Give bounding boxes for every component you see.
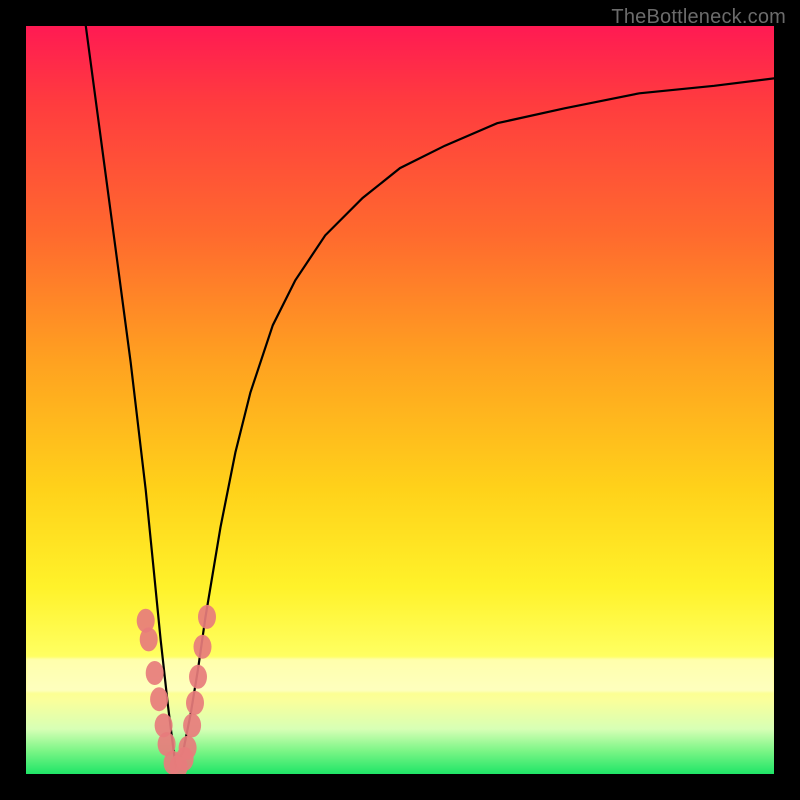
data-marker [146, 661, 164, 685]
curve-layer [26, 26, 774, 774]
watermark-text: TheBottleneck.com [611, 6, 786, 29]
outer-frame: TheBottleneck.com [0, 0, 800, 800]
data-marker [186, 691, 204, 715]
data-marker [179, 736, 197, 760]
plot-area [26, 26, 774, 774]
data-marker [198, 605, 216, 629]
bottleneck-curve [86, 26, 774, 767]
data-marker [150, 687, 168, 711]
data-marker [194, 635, 212, 659]
data-marker [140, 627, 158, 651]
data-marker [183, 713, 201, 737]
data-marker [189, 665, 207, 689]
